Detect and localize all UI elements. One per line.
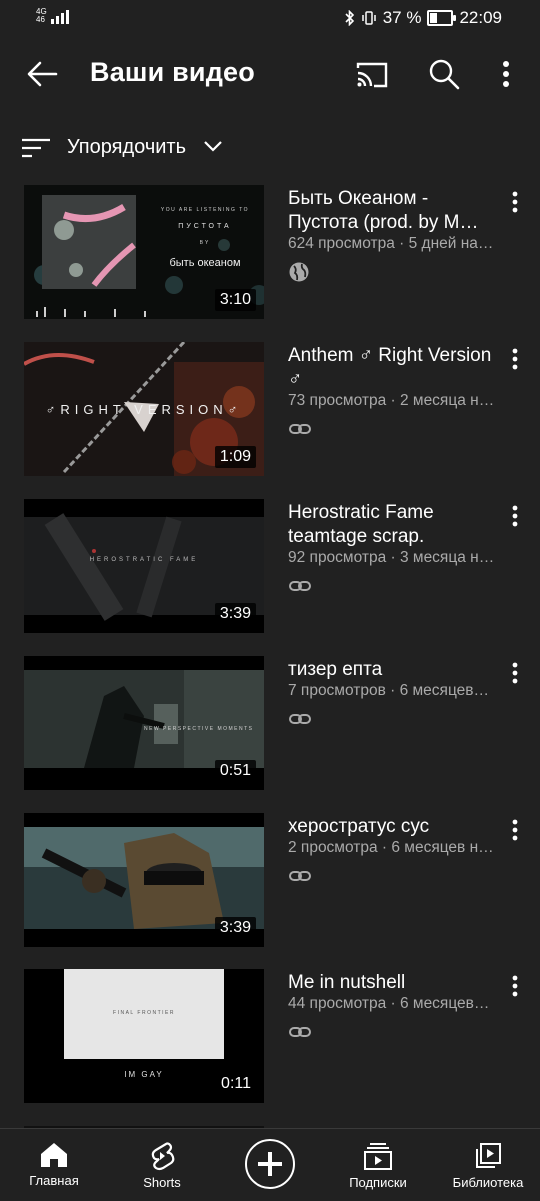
network-sub-label: 46 [36, 15, 45, 24]
nav-shorts[interactable]: Shorts [122, 1129, 202, 1201]
more-vert-icon[interactable] [506, 660, 524, 686]
page-title: Ваши видео [90, 57, 255, 87]
thumbnail-caption: NEW PERSPECTIVE MOMENTS [144, 726, 254, 732]
thumbnail-caption: HEROSTRATIC FAME [89, 557, 199, 563]
video-title[interactable]: Anthem ♂ Right Version ♂ [288, 344, 498, 392]
nav-label: Главная [29, 1173, 79, 1188]
thumbnail-caption: ПУСТОТА [178, 223, 232, 230]
video-item[interactable]: NEW PERSPECTIVE MOMENTS 0:51 тизер епта … [0, 656, 540, 790]
video-meta: 2 просмотра · 6 месяцев н… [288, 839, 494, 856]
nav-label: Библиотека [452, 1175, 524, 1190]
more-vert-icon[interactable] [506, 503, 524, 529]
search-icon[interactable] [424, 54, 464, 94]
video-title[interactable]: херостратус сус [288, 815, 498, 839]
more-vert-icon[interactable] [506, 973, 524, 999]
back-arrow-icon[interactable] [22, 56, 62, 92]
video-meta: 624 просмотра · 5 дней на… [288, 235, 494, 252]
duration-badge: 3:39 [214, 917, 256, 939]
video-thumbnail[interactable]: NEW PERSPECTIVE MOMENTS 0:51 [24, 656, 264, 790]
thumbnail-caption: IM GAY [124, 1070, 164, 1079]
clock: 22:09 [459, 8, 502, 27]
signal-indicator: 4G 46 [36, 8, 69, 24]
nav-home[interactable]: Главная [14, 1129, 94, 1201]
video-item[interactable]: HEROSTRATIC FAME 3:39 Herostratic Fame t… [0, 499, 540, 633]
video-thumbnail[interactable]: 3:39 [24, 813, 264, 947]
battery-percent: 37 % [382, 8, 422, 27]
video-item[interactable]: YOU ARE LISTENING TO ПУСТОТА BY быть оке… [0, 185, 540, 319]
video-thumbnail[interactable]: ♂RIGHT VERSION♂ 1:09 [24, 342, 264, 476]
globe-icon [289, 262, 309, 282]
battery-icon [427, 10, 457, 26]
status-bar: 4G 46 37 % 22:09 [0, 0, 540, 40]
thumbnail-caption: YOU ARE LISTENING TO [160, 207, 250, 213]
sort-label: Упорядочить [67, 136, 187, 158]
more-vert-icon[interactable] [506, 346, 524, 372]
status-icons: 37 % 22:09 [345, 8, 502, 28]
nav-label: Подписки [349, 1175, 407, 1190]
home-icon [41, 1143, 67, 1167]
app-bar: Ваши видео [0, 40, 540, 108]
link-icon [289, 424, 311, 434]
sort-icon [22, 138, 50, 158]
cast-icon[interactable] [352, 56, 392, 92]
bluetooth-icon [345, 10, 354, 26]
video-thumbnail[interactable]: YOU ARE LISTENING TO ПУСТОТА BY быть оке… [24, 185, 264, 319]
thumbnail-caption: ♂RIGHT VERSION♂ [45, 402, 243, 417]
video-thumbnail[interactable]: FINAL FRONTIER IM GAY 0:11 [24, 969, 264, 1103]
video-title[interactable]: тизер епта [288, 658, 498, 682]
duration-badge: 0:11 [216, 1073, 256, 1095]
video-meta: 7 просмотров · 6 месяцев… [288, 682, 490, 699]
video-meta: 44 просмотра · 6 месяцев… [288, 995, 490, 1012]
thumbnail-caption: BY [199, 240, 211, 246]
duration-badge: 3:39 [214, 603, 256, 625]
nav-label: Shorts [143, 1175, 181, 1190]
subscriptions-icon [364, 1143, 392, 1170]
network-type: 4G 46 [36, 8, 47, 24]
more-vert-icon[interactable] [506, 817, 524, 843]
video-meta: 73 просмотра · 2 месяца н… [288, 392, 495, 409]
bottom-navigation: Главная Shorts Подписки Библиотека [0, 1128, 540, 1201]
video-item[interactable]: FINAL FRONTIER IM GAY 0:11 Me in nutshel… [0, 969, 540, 1103]
more-vert-icon[interactable] [494, 56, 518, 92]
duration-badge: 0:51 [214, 760, 256, 782]
video-title[interactable]: Быть Океаном - Пустота (prod. by M… [288, 187, 498, 235]
sort-control[interactable]: Упорядочить [0, 128, 540, 168]
signal-bars-icon [50, 8, 69, 24]
video-thumbnail[interactable]: HEROSTRATIC FAME 3:39 [24, 499, 264, 633]
more-vert-icon[interactable] [506, 189, 524, 215]
video-meta: 92 просмотра · 3 месяца н… [288, 549, 495, 566]
link-icon [289, 1027, 311, 1037]
thumbnail-caption: быть океаном [169, 257, 241, 269]
nav-library[interactable]: Библиотека [440, 1129, 536, 1201]
library-icon [476, 1143, 501, 1168]
link-icon [289, 714, 311, 724]
create-plus-icon[interactable] [245, 1139, 295, 1189]
duration-badge: 1:09 [214, 446, 256, 468]
video-item[interactable]: ♂RIGHT VERSION♂ 1:09 Anthem ♂ Right Vers… [0, 342, 540, 476]
video-title[interactable]: Me in nutshell [288, 971, 498, 995]
video-item[interactable]: 3:39 херостратус сус 2 просмотра · 6 мес… [0, 813, 540, 947]
link-icon [289, 581, 311, 591]
nav-subscriptions[interactable]: Подписки [336, 1129, 420, 1201]
thumbnail-caption: FINAL FRONTIER [113, 1010, 175, 1016]
link-icon [289, 871, 311, 881]
vibrate-icon [361, 11, 376, 25]
chevron-down-icon [204, 141, 222, 152]
shorts-icon [151, 1142, 175, 1171]
video-title[interactable]: Herostratic Fame teamtage scrap. [288, 501, 498, 549]
duration-badge: 3:10 [214, 289, 256, 311]
